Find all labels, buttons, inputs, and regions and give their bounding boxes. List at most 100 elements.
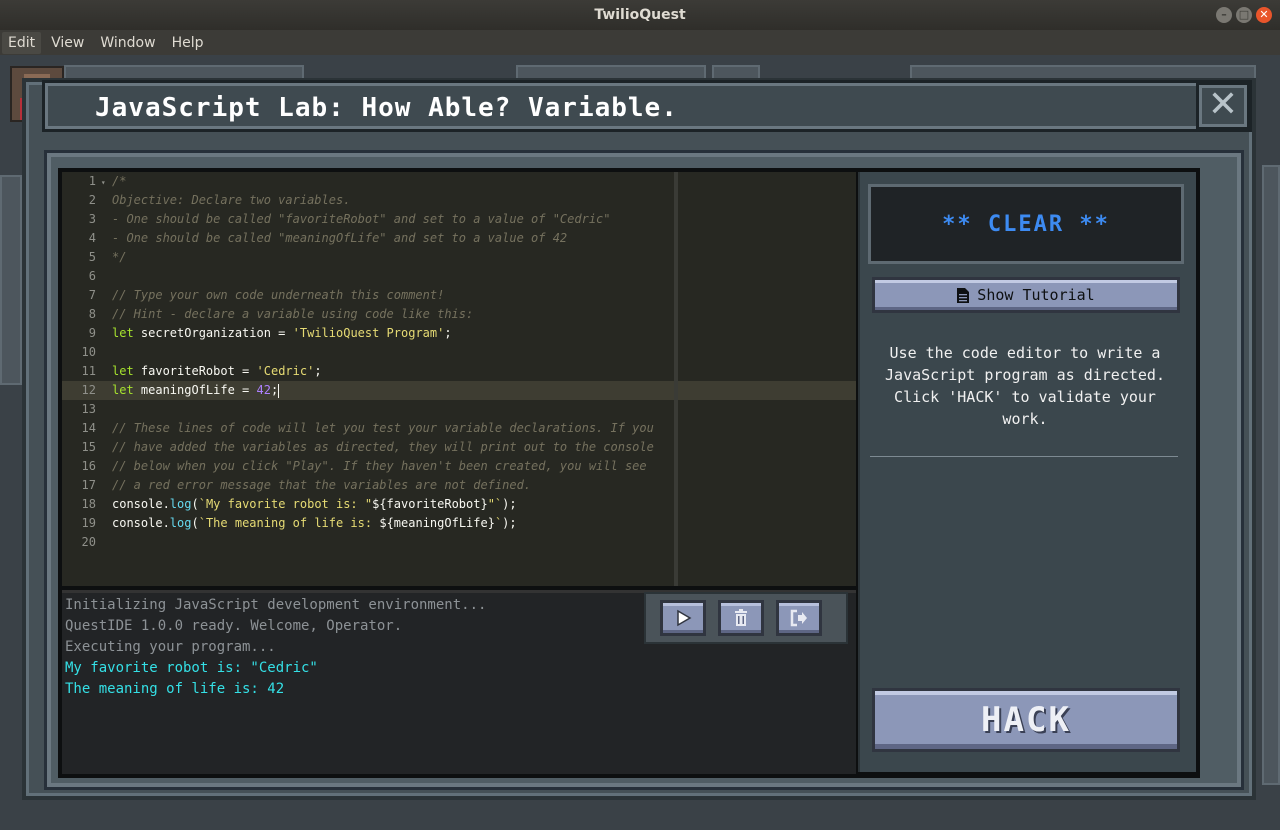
code-line[interactable]: 14 // These lines of code will let you te… xyxy=(62,419,856,438)
code-token: 'Cedric' xyxy=(256,364,315,378)
bg-wall-right xyxy=(1262,165,1280,785)
show-tutorial-label: Show Tutorial xyxy=(977,286,1095,304)
code-line[interactable]: 6 xyxy=(62,267,856,286)
menu-help[interactable]: Help xyxy=(166,32,210,54)
code-token: */ xyxy=(112,250,127,264)
code-token: ( xyxy=(191,516,199,530)
code-line[interactable]: 4 - One should be called "meaningOfLife" … xyxy=(62,229,856,248)
exit-button[interactable] xyxy=(776,600,822,636)
code-token: // below when you click "Play". If they … xyxy=(112,459,647,473)
line-number: 1 xyxy=(88,174,96,188)
line-number: 17 xyxy=(81,478,96,492)
close-window-button[interactable]: ✕ xyxy=(1256,7,1272,23)
code-token: ${favoriteRobot} xyxy=(372,497,488,511)
code-line[interactable]: 10 xyxy=(62,343,856,362)
line-number: 2 xyxy=(88,193,96,207)
code-line[interactable]: 13 xyxy=(62,400,856,419)
code-token: ); xyxy=(502,516,517,530)
code-line[interactable]: 20 xyxy=(62,533,856,552)
code-token: // a red error message that the variable… xyxy=(112,478,532,492)
side-divider xyxy=(870,456,1178,457)
code-text: // Type your own code underneath this co… xyxy=(108,286,444,305)
code-token: /* xyxy=(112,174,127,188)
code-token: let xyxy=(112,364,134,378)
code-text: - One should be called "favoriteRobot" a… xyxy=(108,210,611,229)
code-token: ); xyxy=(502,497,517,511)
code-line[interactable]: 16 // below when you click "Play". If the… xyxy=(62,457,856,476)
code-line[interactable]: 9 let secretOrganization = 'TwilioQuest P… xyxy=(62,324,856,343)
document-icon xyxy=(957,287,970,303)
code-line[interactable]: 1 ▾ /* xyxy=(62,172,856,191)
code-line[interactable]: 8 // Hint - declare a variable using code… xyxy=(62,305,856,324)
code-text: // Hint - declare a variable using code … xyxy=(108,305,473,324)
line-number: 6 xyxy=(88,269,96,283)
code-token: let xyxy=(112,383,134,397)
code-token: - One should be called "meaningOfLife" a… xyxy=(112,231,568,245)
instructions-text: Use the code editor to write a JavaScrip… xyxy=(885,344,1165,428)
code-token: "` xyxy=(487,497,503,511)
line-number: 15 xyxy=(81,440,96,454)
code-line[interactable]: 11 let favoriteRobot = 'Cedric'; xyxy=(62,362,856,381)
window-controls: – □ ✕ xyxy=(1216,7,1272,23)
line-number: 11 xyxy=(81,364,96,378)
menu-view[interactable]: View xyxy=(45,32,90,54)
code-token: Objective: Declare two variables. xyxy=(112,193,351,207)
play-button[interactable] xyxy=(660,600,706,636)
code-token: ; xyxy=(270,383,279,397)
code-token: ( xyxy=(191,497,199,511)
console-line: The meaning of life is: 42 xyxy=(65,681,285,697)
modal-header: JavaScript Lab: How Able? Variable. xyxy=(42,80,1252,132)
code-token: `My favorite robot is: " xyxy=(198,497,373,511)
maximize-button[interactable]: □ xyxy=(1236,7,1252,23)
line-number: 16 xyxy=(81,459,96,473)
show-tutorial-button[interactable]: Show Tutorial xyxy=(872,277,1180,313)
window-titlebar: TwilioQuest – □ ✕ xyxy=(0,0,1280,30)
line-number: 5 xyxy=(88,250,96,264)
code-line[interactable]: 17 // a red error message that the variab… xyxy=(62,476,856,495)
code-text: // have added the variables as directed,… xyxy=(108,438,654,457)
minimize-button[interactable]: – xyxy=(1216,7,1232,23)
code-text: // These lines of code will let you test… xyxy=(108,419,654,438)
code-line[interactable]: 2 Objective: Declare two variables. xyxy=(62,191,856,210)
line-number: 13 xyxy=(81,402,96,416)
menu-window[interactable]: Window xyxy=(94,32,161,54)
code-line[interactable]: 12 let meaningOfLife = 42; xyxy=(62,381,856,400)
code-text: let favoriteRobot = 'Cedric'; xyxy=(108,362,322,381)
fold-arrow-icon[interactable]: ▾ xyxy=(96,173,108,192)
console-line: Executing your program... xyxy=(65,639,276,655)
code-token: 'TwilioQuest Program' xyxy=(292,326,445,340)
code-line[interactable]: 18 console.log(`My favorite robot is: "${… xyxy=(62,495,856,514)
menubar: Edit View Window Help xyxy=(0,30,1280,55)
line-number: 20 xyxy=(81,535,96,549)
code-line[interactable]: 5 */ xyxy=(62,248,856,267)
close-modal-button[interactable]: ✕ xyxy=(1196,82,1250,130)
console-toolbar xyxy=(644,592,848,644)
code-token: ; xyxy=(314,364,322,378)
status-display: ** CLEAR ** xyxy=(868,184,1184,264)
code-line[interactable]: 19 console.log(`The meaning of life is: $… xyxy=(62,514,856,533)
code-text: Objective: Declare two variables. xyxy=(108,191,350,210)
line-number: 3 xyxy=(88,212,96,226)
code-text: // a red error message that the variable… xyxy=(108,476,531,495)
modal-title: JavaScript Lab: How Able? Variable. xyxy=(95,93,678,123)
menu-edit[interactable]: Edit xyxy=(2,31,42,54)
clear-console-button[interactable] xyxy=(718,600,764,636)
line-number: 9 xyxy=(88,326,96,340)
console-line: QuestIDE 1.0.0 ready. Welcome, Operator. xyxy=(65,618,403,634)
sign-out-icon xyxy=(790,609,807,627)
code-editor[interactable]: 1 ▾ /* 2 Objective: Declare two variables. 3… xyxy=(62,172,856,586)
editor-print-margin xyxy=(674,172,678,586)
code-token: console. xyxy=(112,497,170,511)
code-text: console.log(`The meaning of life is: ${m… xyxy=(108,514,517,533)
line-number: 18 xyxy=(81,497,96,511)
code-token: - One should be called "favoriteRobot" a… xyxy=(112,212,611,226)
text-cursor xyxy=(278,383,280,398)
code-line[interactable]: 7 // Type your own code underneath this c… xyxy=(62,286,856,305)
code-text: // below when you click "Play". If they … xyxy=(108,457,647,476)
hack-button[interactable]: HACK xyxy=(872,688,1180,752)
line-number: 8 xyxy=(88,307,96,321)
code-line[interactable]: 15 // have added the variables as directe… xyxy=(62,438,856,457)
code-token: console. xyxy=(112,516,170,530)
code-line[interactable]: 3 - One should be called "favoriteRobot" … xyxy=(62,210,856,229)
code-token: `The meaning of life is: xyxy=(198,516,380,530)
